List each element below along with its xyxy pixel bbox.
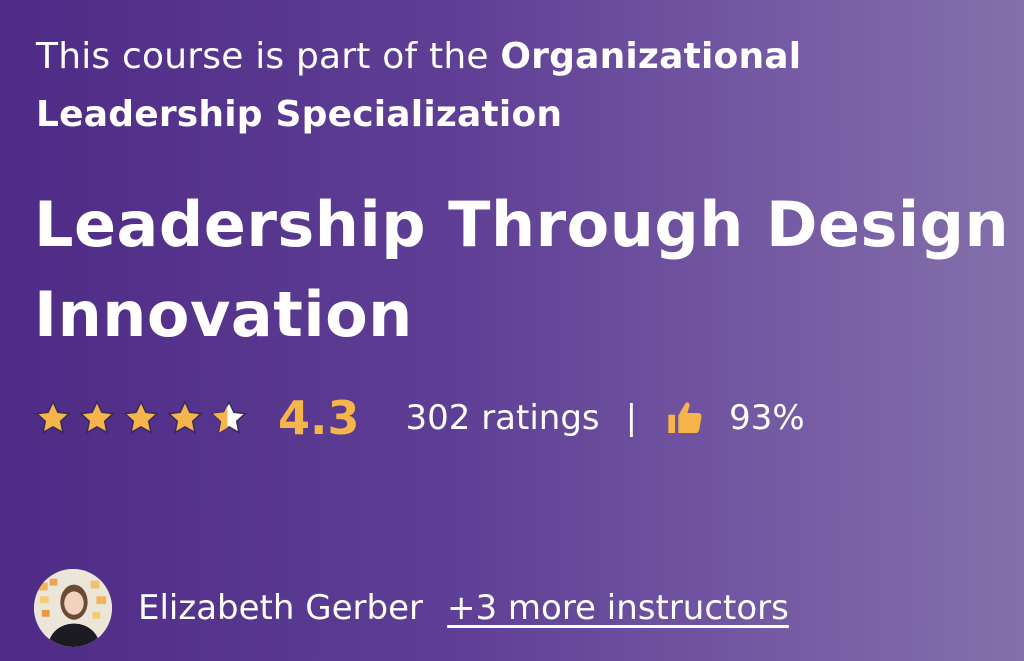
separator: | bbox=[625, 398, 638, 438]
thumbs-up-icon bbox=[668, 402, 702, 433]
star-icon bbox=[35, 399, 71, 435]
star-icon bbox=[167, 399, 203, 435]
ratings-count: 302 ratings bbox=[405, 398, 600, 438]
more-instructors-link[interactable]: +3 more instructors bbox=[447, 588, 789, 628]
star-icon bbox=[123, 399, 159, 435]
star-icon bbox=[79, 399, 115, 435]
course-banner: This course is part of the Organizationa… bbox=[0, 0, 1024, 661]
specialization-prefix: This course is part of the bbox=[36, 36, 501, 77]
rating-value: 4.3 bbox=[278, 391, 360, 445]
specialization-text: This course is part of the Organizationa… bbox=[36, 28, 936, 144]
star-rating bbox=[34, 399, 248, 437]
thumbs-up-percent: 93% bbox=[729, 398, 805, 438]
half-star-icon bbox=[211, 399, 247, 435]
rating-row: 4.3 302 ratings | 93% bbox=[34, 388, 805, 448]
instructor-name[interactable]: Elizabeth Gerber bbox=[138, 588, 423, 628]
course-title: Leadership Through Design Innovation bbox=[34, 188, 1010, 351]
instructor-avatar[interactable] bbox=[34, 569, 112, 647]
instructor-row: Elizabeth Gerber +3 more instructors bbox=[34, 568, 789, 648]
